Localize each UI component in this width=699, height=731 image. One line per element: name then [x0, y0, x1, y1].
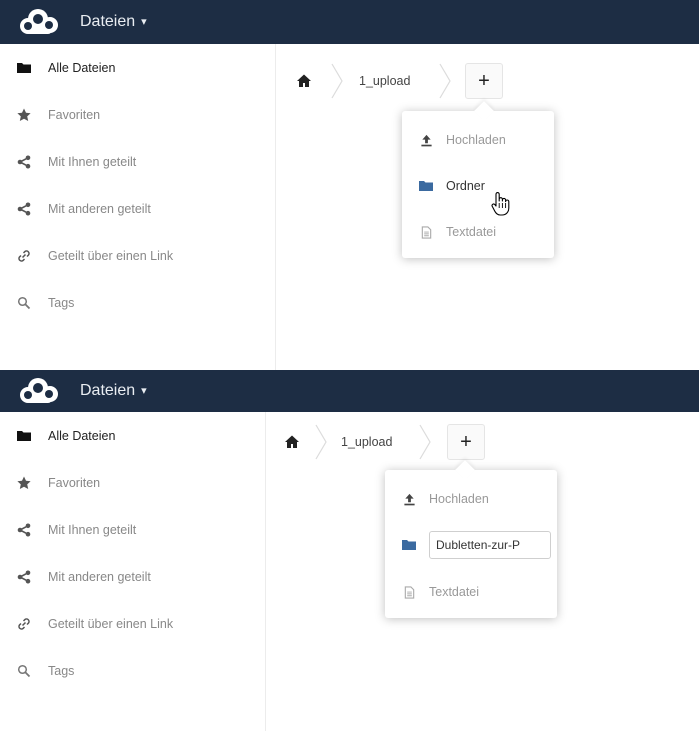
- app-header: Dateien ▾: [0, 370, 699, 412]
- menu-item-textfile[interactable]: Textdatei: [385, 569, 557, 615]
- star-icon: [16, 107, 32, 123]
- menu-item-upload[interactable]: Hochladen: [385, 476, 557, 522]
- menu-item-folder[interactable]: [385, 522, 557, 568]
- screenshot-panel-naming-folder: Dateien ▾ Alle Dateien Favoriten Mit Ihne…: [0, 370, 699, 731]
- chevron-down-icon: ▾: [141, 385, 147, 397]
- text-file-icon: [418, 224, 434, 240]
- new-file-menu: Hochladen Ordner Textdatei: [402, 101, 554, 258]
- breadcrumb-separator: [315, 424, 327, 460]
- owncloud-logo[interactable]: [14, 376, 64, 406]
- sidebar-item-label: Alle Dateien: [48, 428, 116, 443]
- sidebar-item-favorites[interactable]: Favoriten: [0, 459, 265, 506]
- chevron-down-icon: ▾: [141, 16, 147, 28]
- screenshot-panel-menu-open: Dateien ▾ Alle Dateien Favoriten Mit Ihne…: [0, 0, 699, 370]
- share-icon: [16, 201, 32, 217]
- breadcrumb-folder[interactable]: 1_upload: [341, 422, 392, 462]
- sidebar-item-all-files[interactable]: Alle Dateien: [0, 44, 275, 91]
- sidebar-item-shared-with-you[interactable]: Mit Ihnen geteilt: [0, 138, 275, 185]
- sidebar-item-favorites[interactable]: Favoriten: [0, 91, 275, 138]
- menu-item-label: Textdatei: [429, 585, 480, 599]
- app-title: Dateien: [80, 13, 136, 30]
- sidebar-item-shared-with-you[interactable]: Mit Ihnen geteilt: [0, 506, 265, 553]
- sidebar-item-label: Favoriten: [48, 107, 101, 122]
- menu-item-folder[interactable]: Ordner: [402, 163, 554, 209]
- app-menu-button[interactable]: Dateien ▾: [80, 370, 147, 412]
- sidebar-item-label: Mit anderen geteilt: [48, 201, 151, 216]
- hand-cursor-icon: [491, 192, 510, 216]
- new-button[interactable]: +: [465, 63, 503, 99]
- sidebar-item-shared-with-others[interactable]: Mit anderen geteilt: [0, 185, 275, 232]
- owncloud-logo[interactable]: [14, 7, 64, 37]
- app-header: Dateien ▾: [0, 0, 699, 44]
- sidebar-item-label: Geteilt über einen Link: [48, 616, 174, 631]
- star-icon: [16, 475, 32, 491]
- folder-name-input[interactable]: [429, 531, 551, 559]
- sidebar: Alle Dateien Favoriten Mit Ihnen geteilt…: [0, 44, 276, 370]
- sidebar-item-shared-by-link[interactable]: Geteilt über einen Link: [0, 600, 265, 647]
- sidebar-item-label: Mit Ihnen geteilt: [48, 522, 137, 537]
- folder-icon: [16, 428, 32, 444]
- share-icon: [16, 522, 32, 538]
- sidebar: Alle Dateien Favoriten Mit Ihnen geteilt…: [0, 412, 266, 731]
- sidebar-item-label: Mit anderen geteilt: [48, 569, 151, 584]
- folder-icon: [16, 60, 32, 76]
- sidebar-item-shared-by-link[interactable]: Geteilt über einen Link: [0, 232, 275, 279]
- sidebar-item-label: Mit Ihnen geteilt: [48, 154, 137, 169]
- sidebar-item-all-files[interactable]: Alle Dateien: [0, 412, 265, 459]
- breadcrumb-separator: [331, 63, 343, 99]
- sidebar-item-label: Tags: [48, 663, 75, 678]
- sidebar-item-tags[interactable]: Tags: [0, 279, 275, 326]
- link-icon: [16, 248, 32, 264]
- sidebar-item-label: Tags: [48, 295, 75, 310]
- app-menu-button[interactable]: Dateien ▾: [80, 0, 147, 44]
- link-icon: [16, 616, 32, 632]
- menu-item-upload[interactable]: Hochladen: [402, 117, 554, 163]
- breadcrumb-separator: [439, 63, 451, 99]
- menu-item-label: Hochladen: [429, 492, 489, 506]
- home-icon[interactable]: [284, 434, 300, 450]
- upload-icon: [401, 491, 417, 507]
- search-icon: [16, 663, 32, 679]
- sidebar-item-shared-with-others[interactable]: Mit anderen geteilt: [0, 553, 265, 600]
- breadcrumb-folder[interactable]: 1_upload: [359, 61, 410, 101]
- folder-icon: [418, 178, 434, 194]
- sidebar-item-label: Geteilt über einen Link: [48, 248, 174, 263]
- share-icon: [16, 154, 32, 170]
- menu-item-label: Hochladen: [446, 133, 506, 147]
- menu-item-textfile[interactable]: Textdatei: [402, 209, 554, 255]
- search-icon: [16, 295, 32, 311]
- text-file-icon: [401, 584, 417, 600]
- sidebar-item-label: Alle Dateien: [48, 60, 116, 75]
- sidebar-item-label: Favoriten: [48, 475, 101, 490]
- sidebar-item-tags[interactable]: Tags: [0, 647, 265, 694]
- upload-icon: [418, 132, 434, 148]
- new-file-menu: Hochladen Textdatei: [385, 460, 557, 618]
- folder-icon: [401, 537, 417, 553]
- new-button[interactable]: +: [447, 424, 485, 460]
- share-icon: [16, 569, 32, 585]
- menu-item-label: Ordner: [446, 179, 485, 193]
- menu-item-label: Textdatei: [446, 225, 497, 239]
- home-icon[interactable]: [296, 73, 312, 89]
- breadcrumb-separator: [419, 424, 431, 460]
- app-title: Dateien: [80, 382, 136, 399]
